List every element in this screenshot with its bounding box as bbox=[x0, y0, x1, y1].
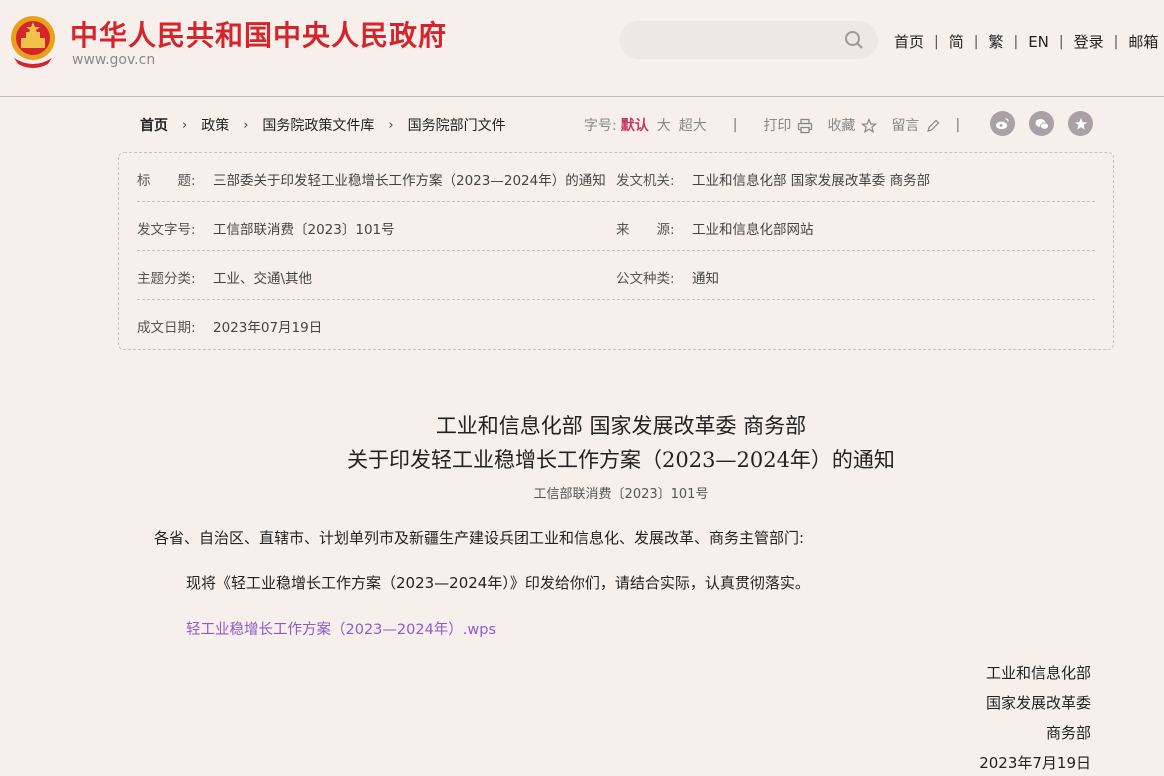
star-outline-icon bbox=[861, 118, 878, 134]
wechat-icon[interactable] bbox=[1029, 111, 1054, 136]
info-row: 主题分类: 工业、交通\其他 公文种类: 通知 bbox=[137, 251, 1095, 300]
weibo-icon[interactable] bbox=[990, 111, 1015, 136]
article-toolbar: 字号: 默认 大 超大 | 打印 收藏 留言 | bbox=[584, 115, 960, 135]
comment-button[interactable]: 留言 bbox=[891, 115, 941, 135]
font-size-label: 字号: bbox=[584, 118, 617, 134]
info-row: 发文字号: 工信部联消费〔2023〕101号 来 源: 工业和信息化部网站 bbox=[137, 202, 1095, 251]
comment-label: 留言 bbox=[891, 118, 920, 134]
nav-separator: | bbox=[934, 33, 939, 50]
category-label: 主题分类: bbox=[137, 271, 196, 287]
breadcrumb: 首页 › 政策 › 国务院政策文件库 › 国务院部门文件 bbox=[140, 115, 506, 135]
chevron-right-icon: › bbox=[388, 117, 394, 133]
nav-english[interactable]: EN bbox=[1028, 33, 1049, 51]
nav-home[interactable]: 首页 bbox=[894, 31, 924, 52]
signature-date: 2023年7月19日 bbox=[979, 754, 1091, 772]
signature-mofcom: 商务部 bbox=[1045, 724, 1091, 742]
breadcrumb-home[interactable]: 首页 bbox=[140, 115, 168, 135]
print-label: 打印 bbox=[763, 118, 792, 134]
doc-type-value: 通知 bbox=[692, 271, 719, 287]
document-number: 工信部联消费〔2023〕101号 bbox=[533, 487, 709, 502]
title-value: 三部委关于印发轻工业稳增长工作方案（2023—2024年）的通知 bbox=[213, 173, 606, 189]
font-size-xlarge[interactable]: 超大 bbox=[679, 115, 707, 135]
body-paragraph: 现将《轻工业稳增长工作方案（2023—2024年）》印发给你们，请结合实际，认真… bbox=[186, 574, 810, 592]
salutation: 各省、自治区、直辖市、计划单列市及新疆生产建设兵团工业和信息化、发展改革、商务主… bbox=[154, 529, 805, 547]
print-button[interactable]: 打印 bbox=[763, 115, 813, 135]
signature-ndrc: 国家发展改革委 bbox=[985, 694, 1091, 712]
doc-no-value: 工信部联消费〔2023〕101号 bbox=[213, 222, 395, 238]
search-icon[interactable] bbox=[844, 30, 864, 50]
pencil-icon bbox=[927, 119, 940, 132]
nav-login[interactable]: 登录 bbox=[1074, 31, 1104, 52]
document-title-line1: 工业和信息化部 国家发展改革委 商务部 bbox=[435, 414, 807, 438]
chevron-right-icon: › bbox=[182, 117, 188, 133]
site-title[interactable]: 中华人民共和国中央人民政府 bbox=[70, 14, 447, 54]
nav-traditional[interactable]: 繁 bbox=[988, 31, 1003, 52]
info-row: 标 题: 三部委关于印发轻工业稳增长工作方案（2023—2024年）的通知 发文… bbox=[137, 153, 1095, 202]
nav-separator: | bbox=[973, 33, 979, 50]
toolbar-separator: | bbox=[955, 117, 961, 133]
site-url[interactable]: www.gov.cn bbox=[72, 52, 155, 68]
favorite-star-icon[interactable] bbox=[1068, 111, 1093, 136]
favorite-button[interactable]: 收藏 bbox=[827, 115, 878, 135]
info-row: 成文日期: 2023年07月19日 bbox=[137, 300, 1095, 348]
category-value: 工业、交通\其他 bbox=[213, 271, 313, 287]
search-input[interactable] bbox=[620, 21, 878, 59]
date-value: 2023年07月19日 bbox=[213, 320, 323, 336]
title-label: 标 题: bbox=[137, 173, 196, 189]
font-size-default[interactable]: 默认 bbox=[621, 115, 649, 135]
nav-separator: | bbox=[1113, 33, 1119, 50]
issuer-label: 发文机关: bbox=[616, 173, 675, 189]
toolbar-separator: | bbox=[732, 117, 738, 133]
signature-miit: 工业和信息化部 bbox=[985, 664, 1091, 682]
nav-simplified[interactable]: 简 bbox=[949, 31, 964, 52]
source-label: 来 源: bbox=[616, 222, 675, 238]
breadcrumb-policy-library[interactable]: 国务院政策文件库 bbox=[262, 115, 374, 135]
breadcrumb-policy[interactable]: 政策 bbox=[201, 115, 229, 135]
share-buttons bbox=[990, 111, 1093, 136]
document-title-line2: 关于印发轻工业稳增长工作方案（2023—2024年）的通知 bbox=[347, 448, 895, 472]
date-label: 成文日期: bbox=[137, 320, 196, 336]
nav-mail[interactable]: 邮箱 bbox=[1128, 31, 1158, 52]
favorite-label: 收藏 bbox=[827, 118, 856, 134]
font-size-large[interactable]: 大 bbox=[657, 115, 671, 135]
printer-icon bbox=[798, 118, 813, 134]
doc-type-label: 公文种类: bbox=[616, 271, 675, 287]
source-value: 工业和信息化部网站 bbox=[692, 222, 814, 238]
national-emblem-icon[interactable] bbox=[8, 14, 58, 68]
issuer-value: 工业和信息化部 国家发展改革委 商务部 bbox=[692, 173, 931, 189]
doc-no-label: 发文字号: bbox=[137, 222, 196, 238]
attachment-link[interactable]: 轻工业稳增长工作方案（2023—2024年）.wps bbox=[186, 618, 496, 639]
nav-separator: | bbox=[1058, 33, 1064, 50]
top-nav: 首页 | 简 | 繁 | EN | 登录 | 邮箱 bbox=[894, 31, 1158, 52]
site-header: 中华人民共和国中央人民政府 www.gov.cn 首页 | 简 | 繁 | EN… bbox=[0, 0, 1164, 97]
nav-separator: | bbox=[1013, 33, 1019, 50]
document-info-table: 标 题: 三部委关于印发轻工业稳增长工作方案（2023—2024年）的通知 发文… bbox=[118, 152, 1114, 350]
breadcrumb-dept-docs[interactable]: 国务院部门文件 bbox=[408, 115, 506, 135]
chevron-right-icon: › bbox=[243, 117, 249, 133]
